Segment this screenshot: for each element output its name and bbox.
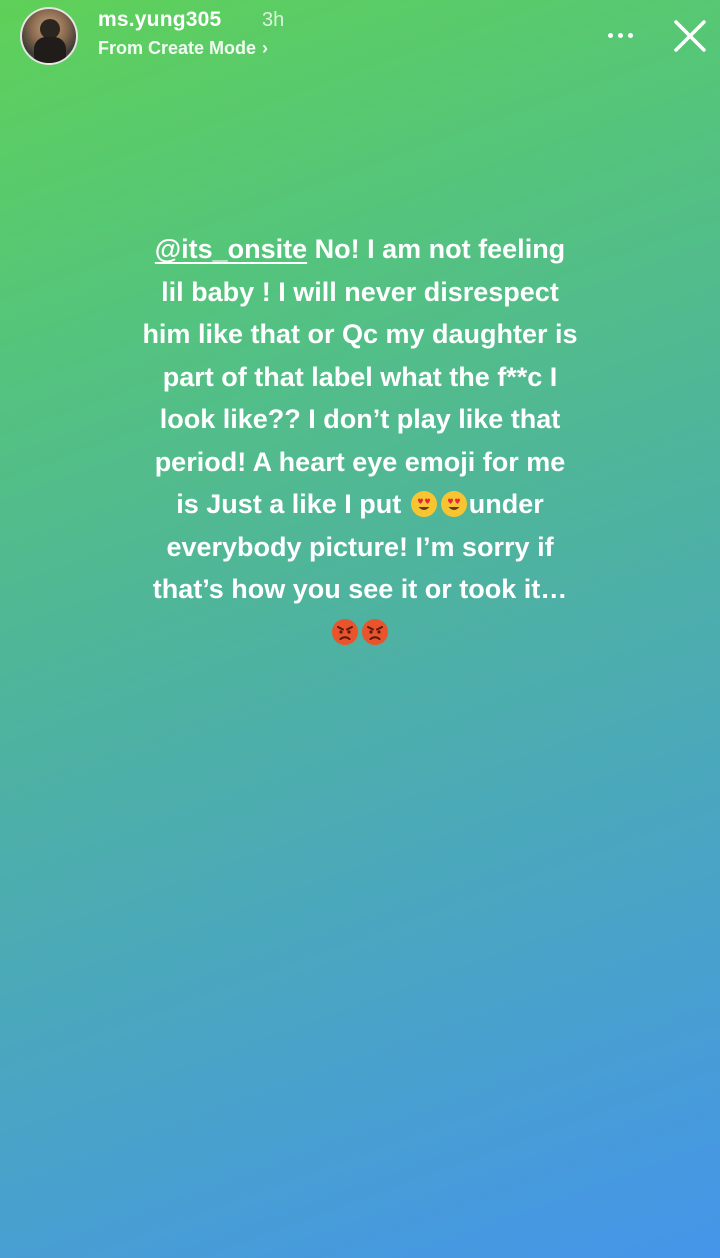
avatar[interactable] bbox=[20, 7, 78, 65]
more-options-icon-dot bbox=[617, 32, 623, 38]
username[interactable]: ms.yung305 bbox=[98, 8, 221, 32]
more-options-icon-dot bbox=[627, 32, 633, 38]
caption-text-part1: No! I am not feeling lil baby ! I will n… bbox=[142, 234, 578, 519]
create-mode-label: From Create Mode bbox=[98, 38, 257, 58]
heart-eyes-emoji bbox=[440, 491, 467, 517]
avatar-figure-head bbox=[40, 19, 60, 39]
heart-eyes-emoji bbox=[410, 491, 437, 517]
close-button[interactable] bbox=[668, 14, 712, 58]
avatar-figure-body bbox=[34, 37, 66, 63]
story-time: 3h bbox=[262, 9, 285, 31]
angry-face-emoji bbox=[362, 618, 388, 645]
chevron-right-icon: › bbox=[262, 38, 269, 58]
story-caption: @its_onsite No! I am not feeling lil bab… bbox=[140, 228, 580, 653]
create-mode-link[interactable]: From Create Mode › bbox=[98, 38, 268, 59]
more-options-button[interactable] bbox=[600, 22, 640, 48]
angry-face-emoji bbox=[332, 618, 358, 645]
close-icon bbox=[674, 20, 706, 52]
user-mention[interactable]: @its_onsite bbox=[155, 234, 307, 264]
story-header: ms.yung305 3h From Create Mode › bbox=[0, 0, 720, 80]
more-options-icon bbox=[607, 32, 613, 38]
